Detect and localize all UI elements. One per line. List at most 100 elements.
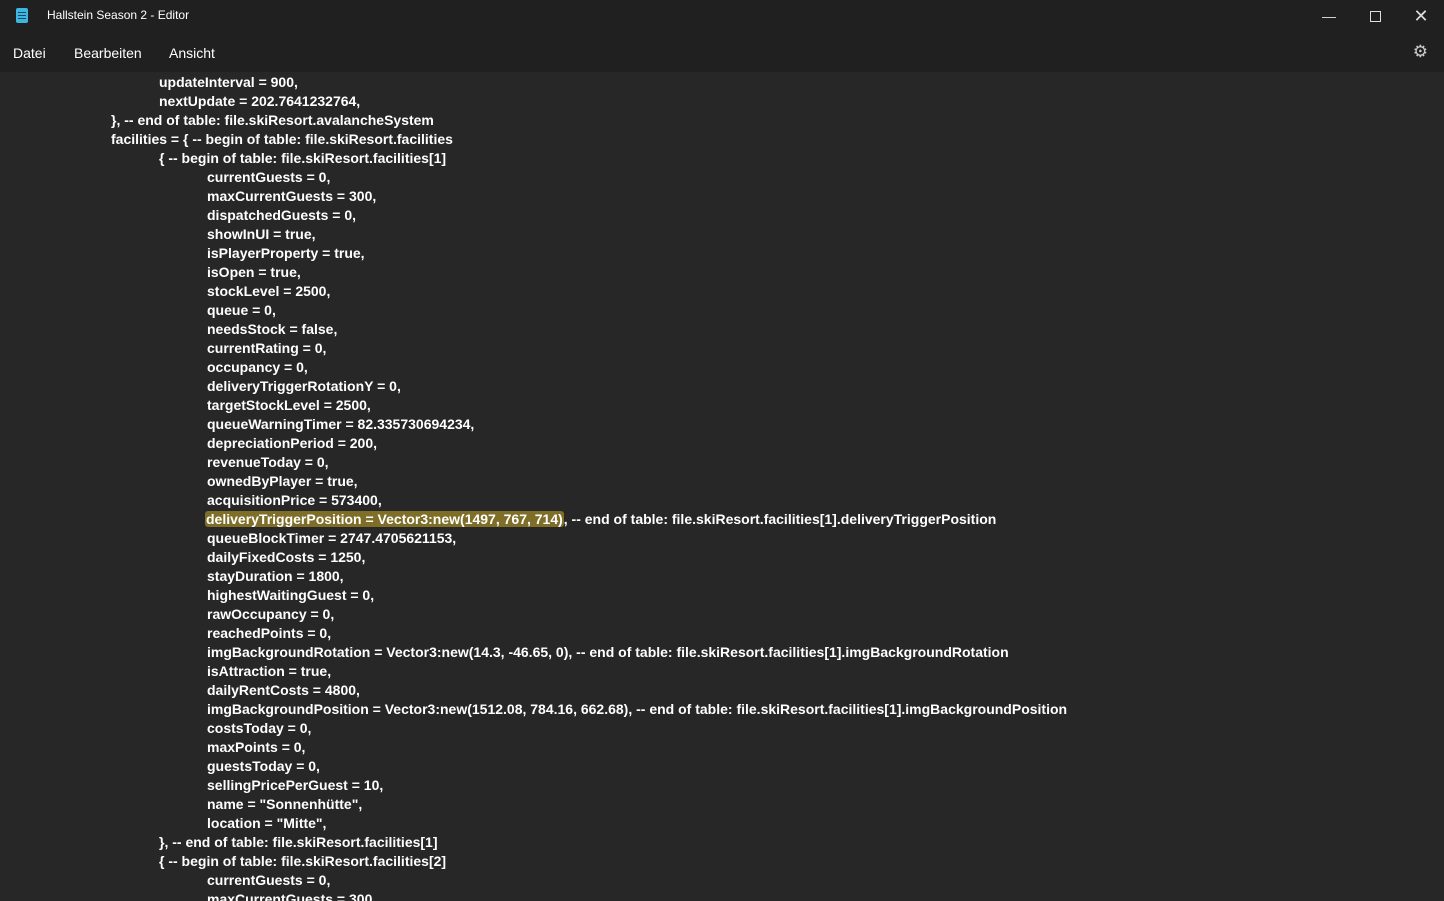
line-text: facilities = { -- begin of table: file.s…: [111, 131, 453, 147]
notepad-icon: [16, 8, 28, 23]
editor-line: updateInterval = 900,: [159, 73, 298, 92]
line-text: queueBlockTimer = 2747.4705621153,: [207, 530, 457, 546]
line-text: isOpen = true,: [207, 264, 301, 280]
window-title: Hallstein Season 2 - Editor: [47, 8, 190, 22]
line-text: targetStockLevel = 2500,: [207, 397, 371, 413]
editor-line: guestsToday = 0,: [207, 757, 320, 776]
menu-bearbeiten[interactable]: Bearbeiten: [74, 45, 142, 61]
editor-line: facilities = { -- begin of table: file.s…: [111, 130, 453, 149]
editor-line: reachedPoints = 0,: [207, 624, 331, 643]
editor-line: nextUpdate = 202.7641232764,: [159, 92, 360, 111]
line-text: maxCurrentGuests = 300,: [207, 188, 377, 204]
editor-line: queueBlockTimer = 2747.4705621153,: [207, 529, 456, 548]
line-text: needsStock = false,: [207, 321, 338, 337]
settings-button[interactable]: ⚙: [1413, 42, 1428, 62]
title-bar: Hallstein Season 2 - Editor — ✕: [0, 0, 1444, 32]
line-text: reachedPoints = 0,: [207, 625, 332, 641]
editor-line: dispatchedGuests = 0,: [207, 206, 356, 225]
editor-line: stayDuration = 1800,: [207, 567, 344, 586]
menu-bar: Datei Bearbeiten Ansicht: [0, 32, 1444, 72]
line-text: dailyFixedCosts = 1250,: [207, 549, 366, 565]
editor-line: targetStockLevel = 2500,: [207, 396, 371, 415]
editor-line: depreciationPeriod = 200,: [207, 434, 377, 453]
line-text: maxPoints = 0,: [207, 739, 306, 755]
line-text: imgBackgroundPosition = Vector3:new(1512…: [207, 701, 1068, 717]
menu-ansicht[interactable]: Ansicht: [169, 45, 215, 61]
editor-line: { -- begin of table: file.skiResort.faci…: [159, 852, 446, 871]
editor-line: stockLevel = 2500,: [207, 282, 330, 301]
editor-line: queue = 0,: [207, 301, 276, 320]
line-text: updateInterval = 900,: [159, 74, 298, 90]
editor-line: currentGuests = 0,: [207, 871, 330, 890]
editor-line: rawOccupancy = 0,: [207, 605, 334, 624]
editor-line: dailyRentCosts = 4800,: [207, 681, 360, 700]
text-editor[interactable]: updateInterval = 900, nextUpdate = 202.76…: [0, 72, 1444, 901]
line-text: queueWarningTimer = 82.335730694234,: [207, 416, 475, 432]
editor-line: isOpen = true,: [207, 263, 301, 282]
editor-line: currentGuests = 0,: [207, 168, 330, 187]
line-text: maxCurrentGuests = 300,: [207, 891, 377, 901]
editor-line: showInUI = true,: [207, 225, 316, 244]
line-text: revenueToday = 0,: [207, 454, 329, 470]
editor-line: deliveryTriggerPosition = Vector3:new(14…: [205, 510, 997, 529]
line-text: sellingPricePerGuest = 10,: [207, 777, 384, 793]
editor-line: location = "Mitte",: [207, 814, 326, 833]
line-text: currentRating = 0,: [207, 340, 327, 356]
line-text: highestWaitingGuest = 0,: [207, 587, 375, 603]
line-text: guestsToday = 0,: [207, 758, 320, 774]
editor-line: name = "Sonnenhütte",: [207, 795, 362, 814]
line-text: location = "Mitte",: [207, 815, 327, 831]
line-text: costsToday = 0,: [207, 720, 312, 736]
line-text: imgBackgroundRotation = Vector3:new(14.3…: [207, 644, 1009, 660]
minimize-icon: —: [1322, 8, 1336, 24]
editor-line: needsStock = false,: [207, 320, 337, 339]
editor-line: currentRating = 0,: [207, 339, 326, 358]
menu-datei[interactable]: Datei: [13, 45, 46, 61]
maximize-icon: [1369, 10, 1381, 22]
close-icon: ✕: [1413, 5, 1429, 26]
editor-line: imgBackgroundPosition = Vector3:new(1512…: [207, 700, 1067, 719]
editor-line: costsToday = 0,: [207, 719, 311, 738]
line-text: nextUpdate = 202.7641232764,: [159, 93, 361, 109]
gear-icon: ⚙: [1412, 42, 1428, 61]
editor-line: imgBackgroundRotation = Vector3:new(14.3…: [207, 643, 1009, 662]
line-text: isPlayerProperty = true,: [207, 245, 365, 261]
line-text: currentGuests = 0,: [207, 872, 331, 888]
editor-line: sellingPricePerGuest = 10,: [207, 776, 383, 795]
line-text: queue = 0,: [207, 302, 276, 318]
editor-line: dailyFixedCosts = 1250,: [207, 548, 365, 567]
editor-line: maxCurrentGuests = 300,: [207, 890, 376, 901]
editor-line: isPlayerProperty = true,: [207, 244, 365, 263]
editor-line: queueWarningTimer = 82.335730694234,: [207, 415, 474, 434]
line-text: stayDuration = 1800,: [207, 568, 344, 584]
line-text: name = "Sonnenhütte",: [207, 796, 363, 812]
editor-line: maxPoints = 0,: [207, 738, 305, 757]
line-text: dispatchedGuests = 0,: [207, 207, 356, 223]
editor-line: revenueToday = 0,: [207, 453, 329, 472]
close-button[interactable]: ✕: [1398, 0, 1444, 32]
maximize-button[interactable]: [1352, 0, 1398, 32]
line-text: depreciationPeriod = 200,: [207, 435, 378, 451]
line-text: , -- end of table: file.skiResort.facili…: [563, 511, 997, 527]
line-text: stockLevel = 2500,: [207, 283, 331, 299]
editor-line: }, -- end of table: file.skiResort.facil…: [159, 833, 438, 852]
minimize-button[interactable]: —: [1306, 0, 1352, 32]
line-text: acquisitionPrice = 573400,: [207, 492, 382, 508]
line-text: rawOccupancy = 0,: [207, 606, 335, 622]
line-text: deliveryTriggerRotationY = 0,: [207, 378, 401, 394]
line-text: currentGuests = 0,: [207, 169, 331, 185]
editor-line: isAttraction = true,: [207, 662, 331, 681]
line-text: }, -- end of table: file.skiResort.avala…: [111, 112, 434, 128]
line-text: occupancy = 0,: [207, 359, 308, 375]
line-text: ownedByPlayer = true,: [207, 473, 358, 489]
editor-line: { -- begin of table: file.skiResort.faci…: [159, 149, 446, 168]
editor-line: occupancy = 0,: [207, 358, 308, 377]
editor-line: acquisitionPrice = 573400,: [207, 491, 382, 510]
line-text: showInUI = true,: [207, 226, 316, 242]
line-text: isAttraction = true,: [207, 663, 332, 679]
editor-line: highestWaitingGuest = 0,: [207, 586, 374, 605]
editor-line: deliveryTriggerRotationY = 0,: [207, 377, 401, 396]
line-text: dailyRentCosts = 4800,: [207, 682, 360, 698]
highlighted-text: deliveryTriggerPosition = Vector3:new(14…: [205, 511, 564, 527]
line-text: { -- begin of table: file.skiResort.faci…: [159, 150, 447, 166]
